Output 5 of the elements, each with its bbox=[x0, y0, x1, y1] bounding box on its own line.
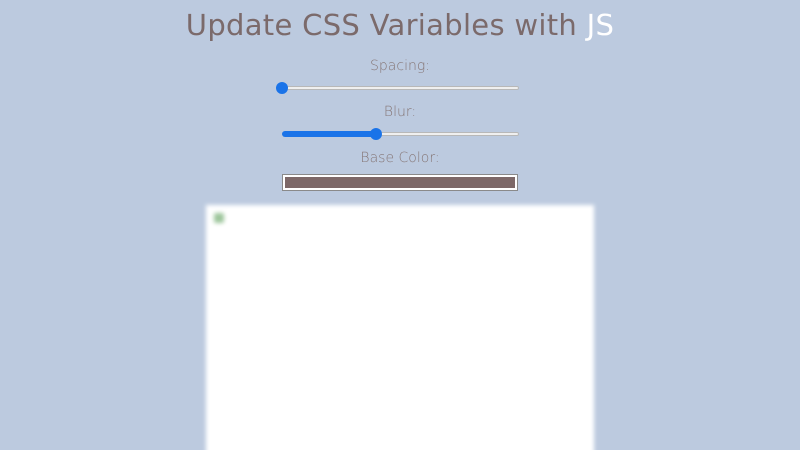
control-label: Blur: bbox=[384, 104, 416, 120]
page-title: Update CSS Variables with JS bbox=[186, 8, 614, 42]
color-picker[interactable] bbox=[283, 175, 517, 190]
control-label: Base Color: bbox=[360, 150, 440, 166]
control-label: Spacing: bbox=[370, 58, 430, 74]
